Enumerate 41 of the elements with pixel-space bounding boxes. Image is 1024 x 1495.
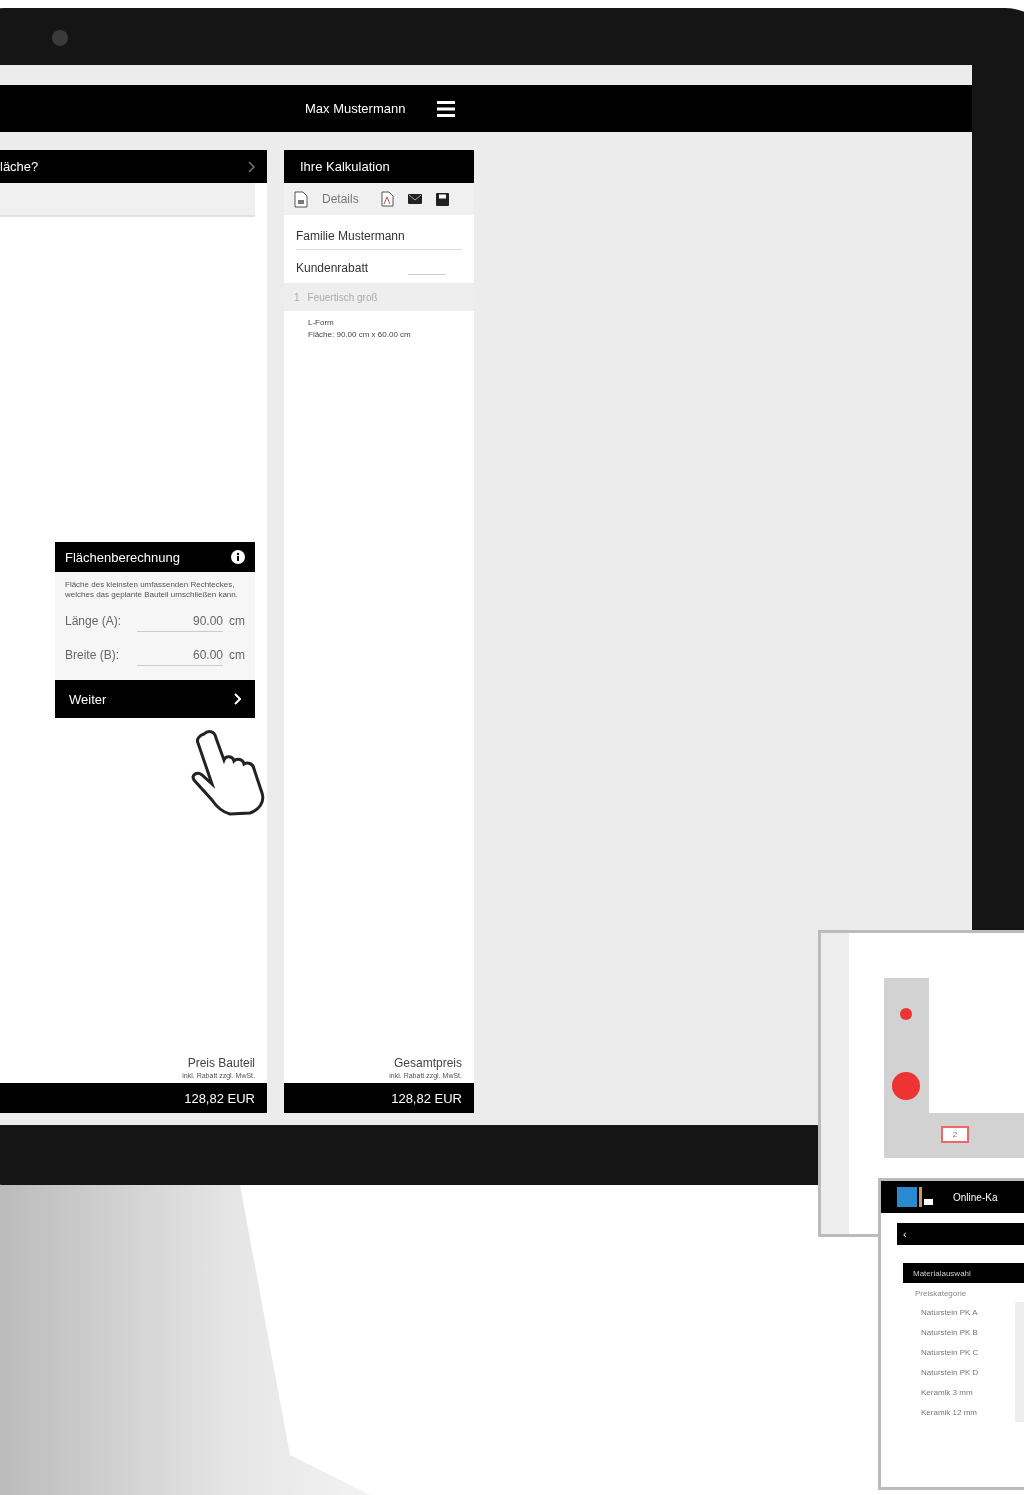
material-row[interactable]: Naturstein PK B <box>921 1322 1024 1342</box>
price-bar: 128,82 EUR <box>0 1083 267 1113</box>
panel-header: Ihre Kalkulation <box>284 150 474 183</box>
back-button[interactable]: ‹ <box>897 1223 1024 1245</box>
item-detail: L-Form <box>308 317 335 329</box>
material-row[interactable]: Naturstein PK D <box>921 1362 1024 1382</box>
chevron-icon <box>234 693 241 705</box>
dimension-label[interactable]: 2 <box>941 1126 969 1143</box>
item-detail: Fläche: 90.00 cm x 60.00 cm <box>308 329 412 341</box>
info-icon[interactable] <box>231 550 245 564</box>
price-label: Preis Bauteil <box>186 1056 256 1070</box>
details-link[interactable]: Details <box>322 192 359 206</box>
field-label: Länge (A): <box>65 614 123 628</box>
total-bar: 128,82 EUR <box>284 1083 474 1113</box>
menu-icon[interactable] <box>437 100 456 117</box>
chevron-icon[interactable] <box>248 160 255 173</box>
save-icon[interactable] <box>435 192 449 206</box>
card-title: Flächenberechnung <box>65 549 180 565</box>
input-field[interactable]: 60.00 <box>137 644 223 666</box>
panel-title: läche? <box>0 159 39 174</box>
app-title: Online-Ka <box>953 1191 998 1203</box>
material-row[interactable]: Keramik 3 mm <box>921 1382 1024 1402</box>
input-field[interactable]: 90.00 <box>137 610 223 632</box>
card-description: Fläche des kleinsten umfassenden Rechteckes, welches das geplante Bauteil umschließen kann. <box>64 579 239 601</box>
pdf-icon[interactable] <box>380 191 394 207</box>
field-label: Breite (B): <box>65 648 120 662</box>
unit-label: cm <box>229 648 245 662</box>
customer-name: Familie Mustermann <box>296 223 462 250</box>
section-header: Materialauswahl <box>903 1263 1024 1283</box>
material-row[interactable]: Naturstein PK C <box>921 1342 1024 1362</box>
next-button[interactable]: Weiter <box>55 680 255 718</box>
material-row[interactable]: Naturstein PK A <box>921 1302 1024 1322</box>
total-label: Gesamtpreis <box>392 1056 463 1070</box>
unit-label: cm <box>229 614 245 628</box>
material-row[interactable]: Keramik 12 mm <box>921 1402 1024 1422</box>
mail-icon[interactable] <box>407 194 422 204</box>
document-icon[interactable] <box>294 190 308 208</box>
user-name[interactable]: Max Mustermann <box>305 101 406 116</box>
logo-icon <box>897 1187 933 1207</box>
discount-label: Kundenrabatt <box>296 261 369 275</box>
column-header: Preiskategorie <box>915 1289 968 1298</box>
